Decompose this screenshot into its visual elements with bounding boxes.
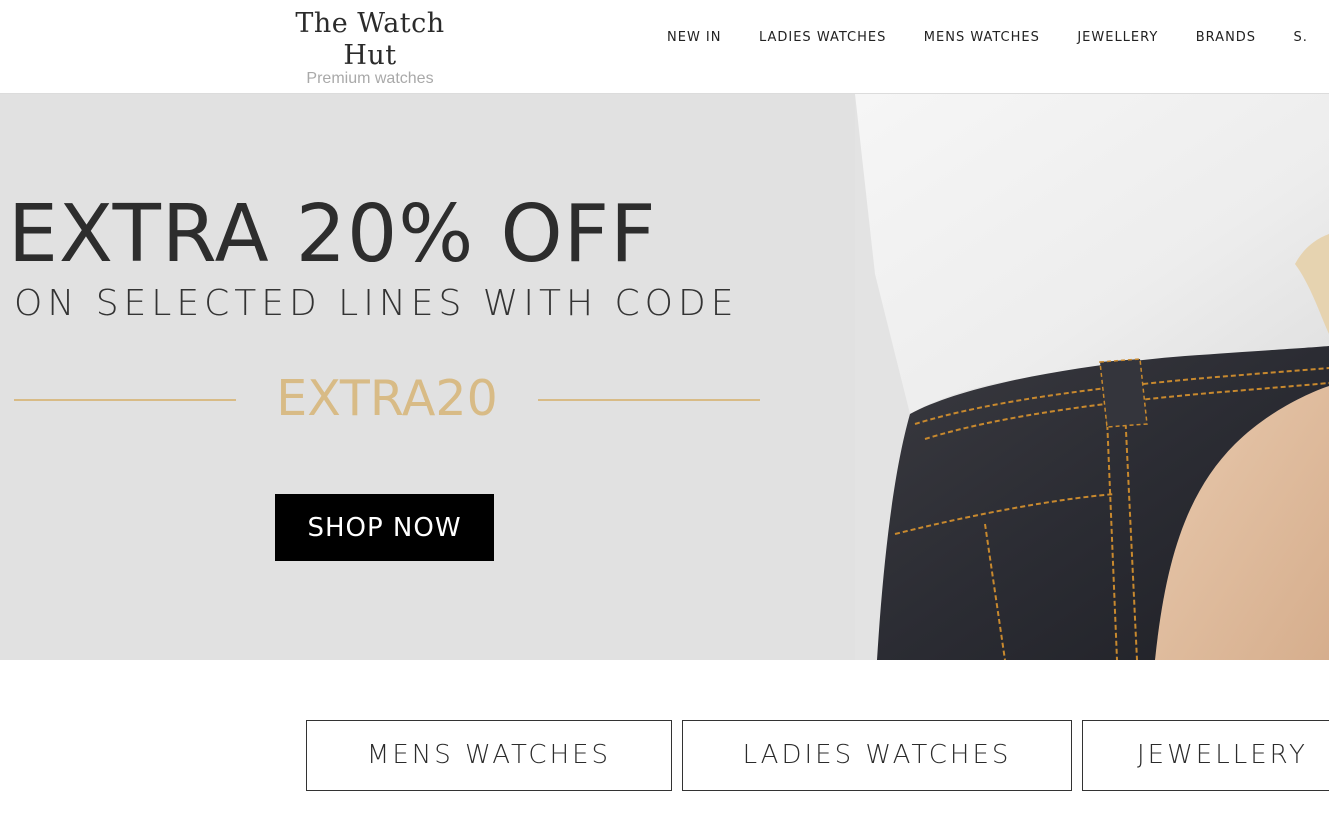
shop-now-button[interactable]: SHOP NOW [275, 494, 494, 561]
category-jewellery-button[interactable]: JEWELLERY [1082, 720, 1329, 791]
promo-code: EXTRA20 [276, 370, 498, 427]
category-ladies-watches-button[interactable]: LADIES WATCHES [682, 720, 1072, 791]
main-nav: NEW IN LADIES WATCHES MENS WATCHES JEWEL… [667, 28, 1329, 50]
nav-item-new-in[interactable]: NEW IN [667, 28, 721, 48]
category-mens-watches-button[interactable]: MENS WATCHES [306, 720, 672, 791]
logo-tagline: Premium watches [306, 70, 434, 87]
promo-code-divider-left [14, 399, 236, 401]
hero-banner[interactable]: EXTRA 20% OFF ON SELECTED LINES WITH COD… [0, 94, 1329, 660]
nav-item-mens-watches[interactable]: MENS WATCHES [924, 28, 1040, 48]
nav-item-truncated[interactable]: S. [1294, 28, 1308, 48]
site-logo[interactable]: The Watch Hut Premium watches [270, 8, 470, 88]
nav-item-jewellery[interactable]: JEWELLERY [1077, 28, 1158, 48]
promo-code-divider-right [538, 399, 760, 401]
hero-subline: ON SELECTED LINES WITH CODE [14, 283, 739, 324]
logo-title: The Watch Hut [295, 8, 445, 71]
nav-item-ladies-watches[interactable]: LADIES WATCHES [759, 28, 886, 48]
site-header: The Watch Hut Premium watches NEW IN LAD… [0, 0, 1329, 94]
hero-headline: EXTRA 20% OFF [8, 188, 657, 280]
hero-model-photo [855, 94, 1329, 660]
nav-item-brands[interactable]: BRANDS [1196, 28, 1256, 48]
category-buttons: MENS WATCHES LADIES WATCHES JEWELLERY [0, 720, 1329, 791]
